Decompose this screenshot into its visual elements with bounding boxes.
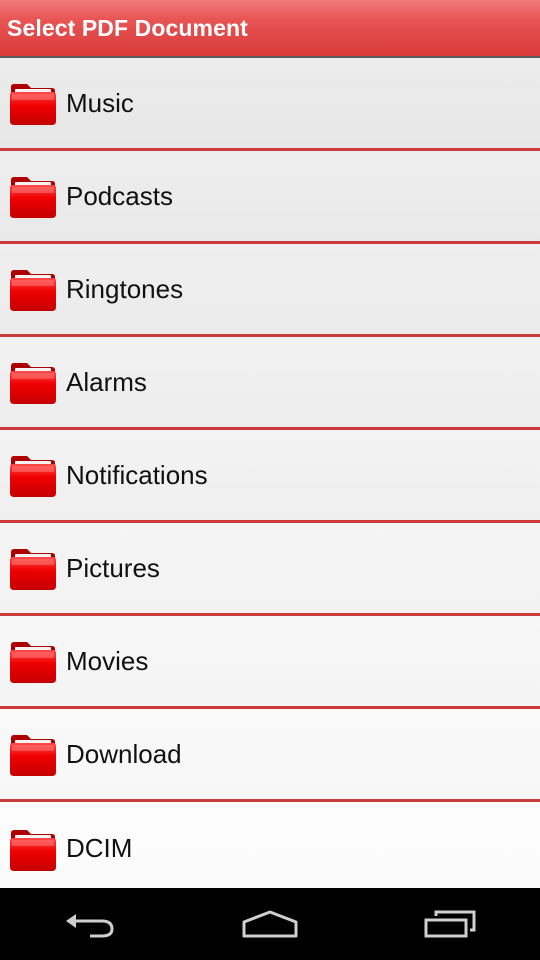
folder-label: Notifications — [66, 459, 208, 490]
folder-icon — [10, 177, 56, 218]
folder-label: Pictures — [66, 552, 160, 583]
recent-apps-icon — [424, 910, 476, 938]
folder-label: Alarms — [66, 366, 147, 397]
recent-apps-button[interactable] — [405, 894, 495, 954]
folder-row-notifications[interactable]: Notifications — [0, 430, 540, 523]
folder-icon — [10, 456, 56, 497]
folder-icon — [10, 363, 56, 404]
folder-row-movies[interactable]: Movies — [0, 616, 540, 709]
folder-row-music[interactable]: Music — [0, 58, 540, 151]
back-button[interactable] — [45, 894, 135, 954]
title-bar: Select PDF Document — [0, 0, 540, 58]
folder-label: Podcasts — [66, 180, 173, 211]
folder-row-podcasts[interactable]: Podcasts — [0, 151, 540, 244]
folder-icon — [10, 642, 56, 683]
folder-label: Music — [66, 87, 134, 118]
home-icon — [242, 910, 298, 938]
folder-row-download[interactable]: Download — [0, 709, 540, 802]
folder-label: Download — [66, 738, 182, 769]
folder-icon — [10, 829, 56, 871]
screen: Select PDF Document Music Podcasts Ringt… — [0, 0, 540, 960]
folder-icon — [10, 270, 56, 311]
folder-icon — [10, 549, 56, 590]
folder-label: Ringtones — [66, 273, 184, 304]
folder-icon — [10, 84, 56, 125]
folder-label: DCIM — [66, 833, 133, 863]
navigation-bar — [0, 888, 540, 960]
folder-row-pictures[interactable]: Pictures — [0, 523, 540, 616]
folder-icon — [10, 735, 56, 776]
home-button[interactable] — [225, 894, 315, 954]
folder-list[interactable]: Music Podcasts Ringtones Alarms Notifica… — [0, 58, 540, 888]
page-title: Select PDF Document — [7, 14, 248, 41]
folder-row-dcim[interactable]: DCIM — [0, 802, 540, 888]
folder-row-ringtones[interactable]: Ringtones — [0, 244, 540, 337]
folder-label: Movies — [66, 645, 149, 676]
folder-row-alarms[interactable]: Alarms — [0, 337, 540, 430]
back-icon — [66, 914, 114, 938]
